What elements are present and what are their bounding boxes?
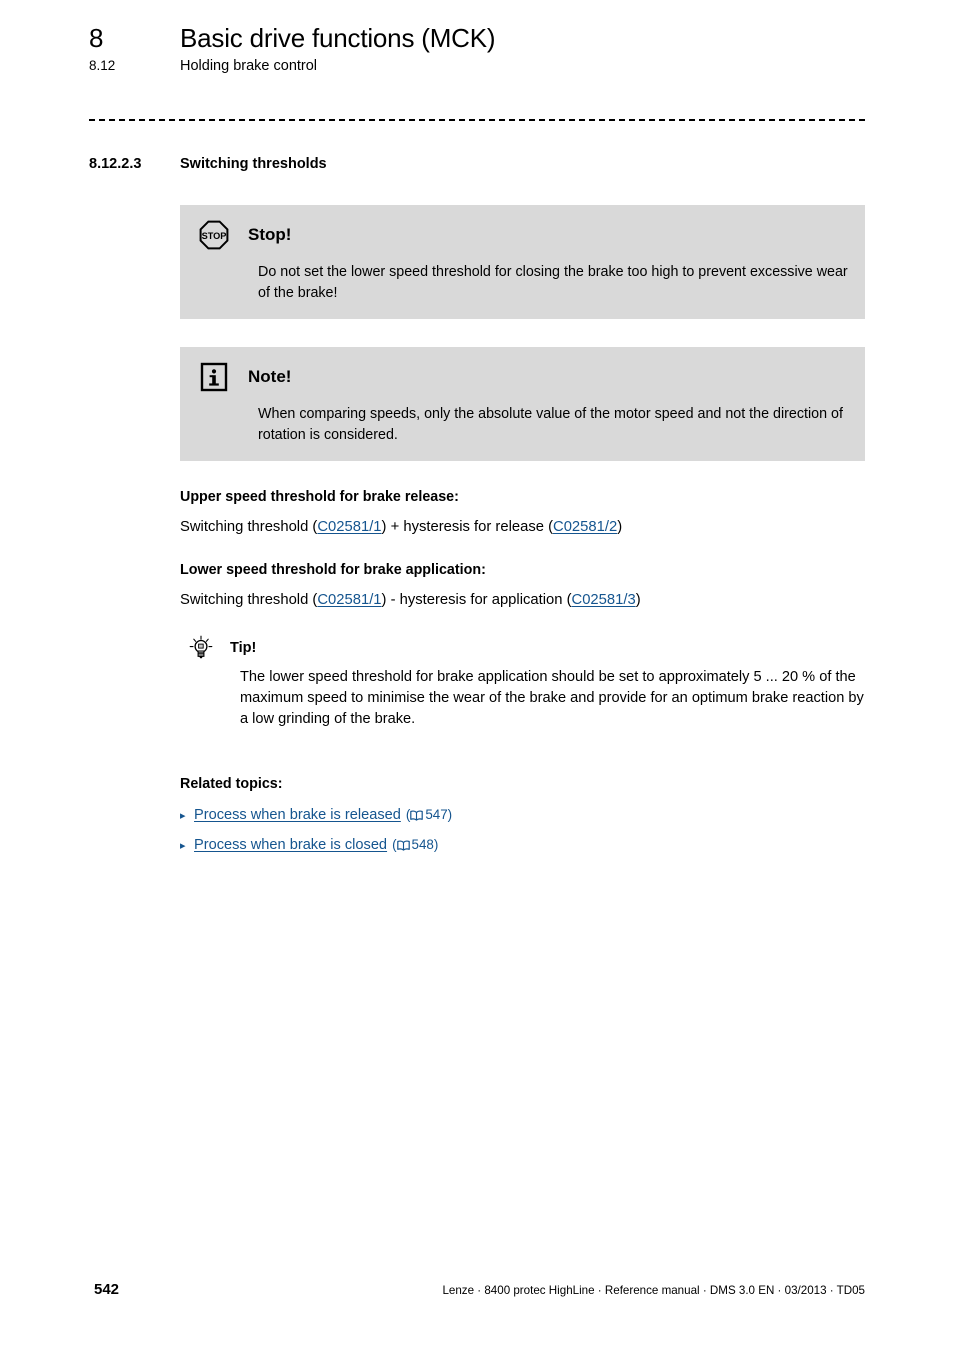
link-c02581-2[interactable]: C02581/2 bbox=[553, 519, 617, 535]
callout-note-header: Note! bbox=[198, 359, 849, 395]
related-page-ref: ( 547) bbox=[406, 805, 452, 827]
header-chapter-row: 8 Basic drive functions (MCK) bbox=[89, 22, 869, 54]
upper-threshold-lead: Upper speed threshold for brake release: bbox=[180, 489, 459, 505]
callout-note-title: Note! bbox=[248, 367, 292, 386]
running-header: 8 Basic drive functions (MCK) 8.12 Holdi… bbox=[89, 22, 869, 75]
tip-title: Tip! bbox=[230, 640, 257, 656]
header-divider bbox=[89, 119, 865, 121]
link-c02581-1-lower[interactable]: C02581/1 bbox=[317, 592, 381, 608]
subsection-title: Switching thresholds bbox=[180, 156, 327, 172]
page-ref-suffix: ) bbox=[447, 807, 453, 822]
callout-stop: STOP Stop! Do not set the lower speed th… bbox=[180, 205, 865, 319]
document-page: 8 Basic drive functions (MCK) 8.12 Holdi… bbox=[0, 0, 954, 1350]
related-link-brake-closed[interactable]: Process when brake is closed bbox=[194, 835, 387, 855]
page-ref-suffix: ) bbox=[433, 837, 439, 852]
chapter-title: Basic drive functions (MCK) bbox=[180, 23, 496, 53]
related-topics-list: ▸ Process when brake is released ( 547) … bbox=[180, 805, 865, 857]
header-section-row: 8.12 Holding brake control bbox=[89, 57, 869, 75]
subsection-number: 8.12.2.3 bbox=[89, 156, 142, 172]
chapter-number: 8 bbox=[89, 23, 104, 53]
related-page-ref: ( 548) bbox=[392, 835, 438, 857]
tip-body: The lower speed threshold for brake appl… bbox=[240, 669, 864, 727]
subsection-heading: 8.12.2.3 Switching thresholds bbox=[89, 154, 327, 174]
callout-stop-title: Stop! bbox=[248, 225, 292, 244]
tip-header: Tip! bbox=[180, 635, 865, 661]
info-icon bbox=[198, 361, 230, 393]
footer-imprint: Lenze · 8400 protec HighLine · Reference… bbox=[442, 1284, 865, 1297]
upper-formula-suffix: ) bbox=[617, 519, 623, 535]
related-link-brake-released[interactable]: Process when brake is released bbox=[194, 805, 401, 825]
list-item[interactable]: ▸ Process when brake is released ( 547) bbox=[180, 805, 865, 827]
callout-note: Note! When comparing speeds, only the ab… bbox=[180, 347, 865, 461]
section-number: 8.12 bbox=[89, 58, 116, 73]
upper-formula-middle: ) + hysteresis for release ( bbox=[381, 519, 554, 535]
section-title: Holding brake control bbox=[180, 58, 318, 74]
callout-note-body: When comparing speeds, only the absolute… bbox=[258, 406, 843, 443]
lower-formula-prefix: Switching threshold ( bbox=[180, 592, 318, 608]
tip-block: Tip! The lower speed threshold for brake… bbox=[180, 635, 865, 730]
link-c02581-1-upper[interactable]: C02581/1 bbox=[317, 519, 381, 535]
callout-stop-body: Do not set the lower speed threshold for… bbox=[258, 264, 848, 301]
page-footer: 542 Lenze · 8400 protec HighLine · Refer… bbox=[0, 1280, 954, 1304]
lightbulb-icon bbox=[186, 635, 216, 661]
callout-stop-header: STOP Stop! bbox=[198, 217, 849, 253]
related-topics: Related topics: ▸ Process when brake is … bbox=[180, 774, 865, 857]
upper-formula-prefix: Switching threshold ( bbox=[180, 519, 318, 535]
page-content: STOP Stop! Do not set the lower speed th… bbox=[180, 205, 865, 865]
list-item[interactable]: ▸ Process when brake is closed ( 548) bbox=[180, 835, 865, 857]
page-number: 542 bbox=[94, 1281, 120, 1298]
related-topics-title: Related topics: bbox=[180, 776, 283, 792]
book-icon bbox=[396, 837, 410, 857]
lower-threshold-formula: Switching threshold (C02581/1) - hystere… bbox=[180, 590, 865, 611]
triangle-bullet-icon: ▸ bbox=[180, 810, 186, 822]
triangle-bullet-icon: ▸ bbox=[180, 840, 186, 852]
page-ref-number: 548 bbox=[411, 837, 434, 852]
book-icon bbox=[410, 807, 424, 827]
upper-threshold-formula: Switching threshold (C02581/1) + hystere… bbox=[180, 517, 865, 538]
page-ref-number: 547 bbox=[425, 807, 448, 822]
lower-formula-suffix: ) bbox=[635, 592, 641, 608]
svg-text:STOP: STOP bbox=[202, 231, 227, 241]
link-c02581-3[interactable]: C02581/3 bbox=[572, 592, 636, 608]
stop-icon: STOP bbox=[198, 219, 230, 251]
lower-threshold-lead: Lower speed threshold for brake applicat… bbox=[180, 562, 486, 578]
lower-formula-middle: ) - hysteresis for application ( bbox=[381, 592, 572, 608]
